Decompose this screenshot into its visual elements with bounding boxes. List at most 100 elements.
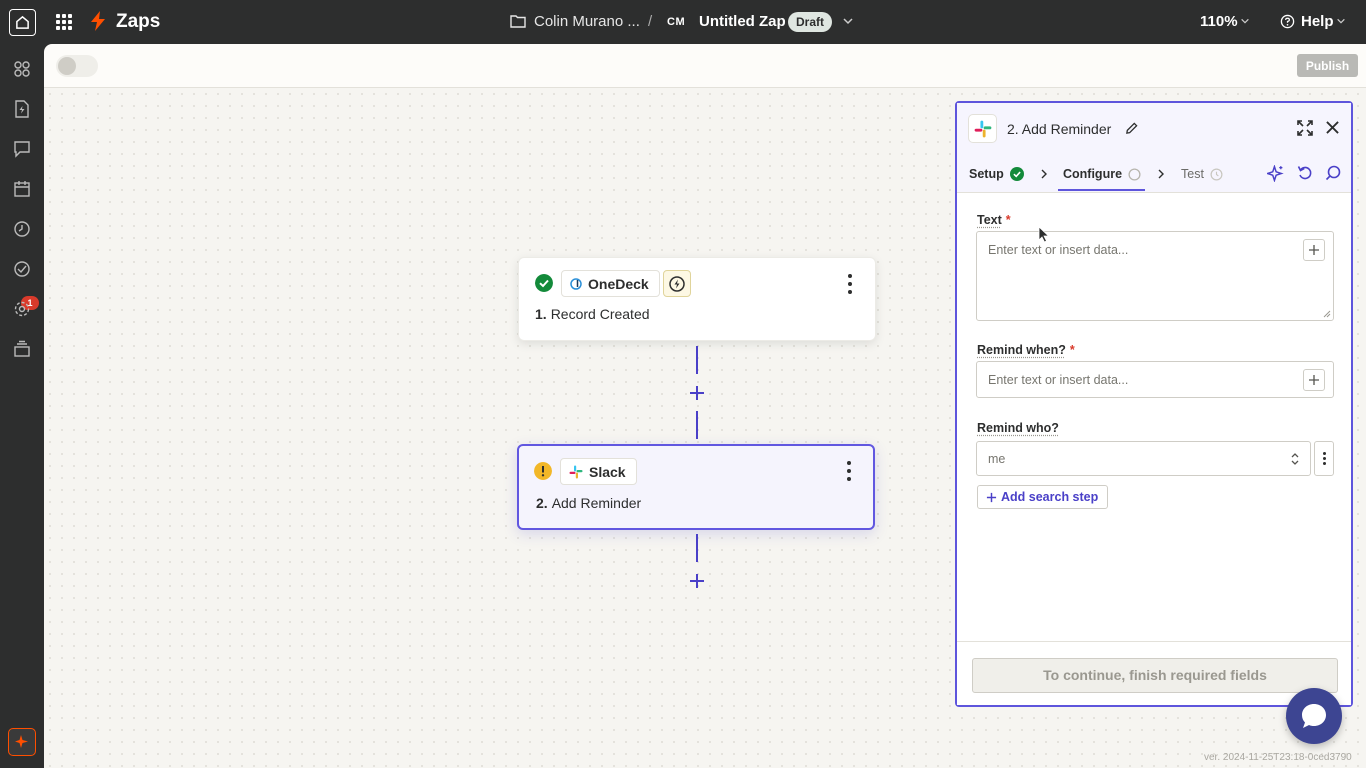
step-name: Add Reminder — [551, 495, 642, 511]
step-name: Record Created — [550, 306, 650, 322]
expand-icon[interactable] — [1297, 120, 1313, 136]
step-card-trigger[interactable]: OneDeck 1. Record Created — [518, 257, 876, 341]
app-title[interactable]: Zaps — [116, 11, 160, 33]
plus-icon — [690, 386, 704, 400]
insert-data-button[interactable] — [1303, 369, 1325, 391]
panel-tabs: Setup Configure Test — [957, 155, 1351, 193]
tab-test[interactable]: Test — [1181, 167, 1223, 181]
zap-title[interactable]: Untitled Zap — [699, 13, 786, 30]
insert-data-button[interactable] — [1303, 239, 1325, 261]
slack-logo-icon — [569, 465, 583, 478]
calendar-icon[interactable] — [13, 180, 31, 198]
home-icon — [16, 15, 29, 29]
version-label: ver. 2024-11-25T23:18-0ced3790 — [1204, 752, 1352, 763]
app-chip-onedeck[interactable]: OneDeck — [561, 270, 660, 297]
field-options-icon[interactable] — [1314, 441, 1334, 476]
remind-when-placeholder: Enter text or insert data... — [988, 373, 1129, 387]
help-menu[interactable]: Help — [1301, 13, 1334, 30]
onedeck-logo-icon — [570, 277, 582, 290]
chevron-down-icon[interactable] — [1336, 16, 1346, 26]
step-number: 2. — [536, 495, 548, 511]
support-chat-button[interactable] — [1286, 688, 1342, 744]
folder-icon — [510, 15, 526, 28]
editor-toolbar: Publish — [44, 44, 1366, 88]
step-number: 1. — [535, 306, 547, 322]
chat-icon[interactable] — [13, 140, 31, 158]
zap-file-icon[interactable] — [13, 100, 31, 118]
pencil-edit-icon[interactable] — [1125, 122, 1138, 135]
chevron-down-icon[interactable] — [842, 15, 854, 27]
close-icon[interactable] — [1326, 121, 1339, 134]
timer-icon — [1210, 168, 1223, 180]
label-text: Remind when? — [977, 343, 1066, 357]
text-input-placeholder: Enter text or insert data... — [988, 243, 1129, 257]
home-button[interactable] — [9, 9, 36, 36]
add-step-button[interactable] — [687, 383, 707, 403]
remind-who-value: me — [988, 452, 1006, 466]
chevron-down-icon[interactable] — [1240, 16, 1250, 26]
connector-line — [696, 411, 698, 439]
app-chip-slack[interactable]: Slack — [560, 458, 637, 485]
breadcrumb-separator: / — [648, 13, 653, 30]
tab-label: Test — [1181, 167, 1204, 181]
remind-when-label: Remind when? * — [977, 343, 1075, 357]
active-tab-indicator — [1058, 189, 1145, 191]
add-search-label: Add search step — [1001, 490, 1099, 504]
label-text: Text — [977, 213, 1002, 227]
tab-setup[interactable]: Setup — [969, 167, 1024, 181]
left-rail: 1 — [0, 44, 44, 768]
text-field-label: Text * — [977, 213, 1011, 227]
add-search-step-button[interactable]: Add search step — [977, 485, 1109, 509]
settings-gear-icon[interactable] — [13, 300, 31, 318]
more-options-icon[interactable] — [840, 461, 858, 481]
ai-sparkle-icon[interactable] — [1267, 165, 1284, 182]
layers-icon[interactable] — [13, 340, 31, 358]
select-arrows-icon — [1291, 453, 1299, 465]
instant-trigger-badge — [663, 270, 691, 297]
mouse-cursor-icon — [1038, 226, 1050, 243]
empty-circle-icon — [1128, 167, 1141, 181]
user-initials: CM — [667, 16, 686, 28]
plus-icon — [986, 492, 997, 502]
lightning-circle-icon — [669, 275, 685, 292]
tab-configure[interactable]: Configure — [1063, 167, 1141, 181]
copilot-button[interactable] — [8, 728, 36, 756]
step-card-action[interactable]: Slack 2. Add Reminder — [517, 444, 875, 530]
top-bar: Zaps Colin Murano ... / CM Untitled Zap … — [0, 0, 1366, 44]
required-mark: * — [1069, 343, 1075, 357]
chevron-right-icon — [1158, 169, 1164, 179]
sparkle-icon — [15, 735, 28, 748]
help-circle-icon[interactable] — [1280, 14, 1295, 29]
zap-bolt-icon — [91, 11, 105, 31]
remind-when-input[interactable]: Enter text or insert data... — [976, 361, 1334, 398]
app-name: OneDeck — [588, 275, 649, 292]
publish-button[interactable]: Publish — [1297, 54, 1358, 77]
history-icon[interactable] — [13, 220, 31, 238]
text-input[interactable]: Enter text or insert data... — [976, 231, 1334, 321]
chevron-right-icon — [1041, 169, 1047, 179]
add-step-button[interactable] — [687, 571, 707, 591]
undo-icon[interactable] — [1297, 165, 1313, 181]
step-title: 1. Record Created — [535, 306, 650, 322]
zap-on-off-toggle[interactable] — [56, 55, 98, 77]
panel-footer: To continue, finish required fields — [957, 641, 1351, 705]
remind-who-label: Remind who? — [977, 421, 1059, 435]
comment-search-icon[interactable] — [1325, 165, 1341, 181]
breadcrumb-folder[interactable]: Colin Murano ... — [534, 13, 640, 30]
continue-button[interactable]: To continue, finish required fields — [972, 658, 1338, 693]
tab-label: Configure — [1063, 167, 1123, 181]
dashboard-icon[interactable] — [13, 60, 31, 78]
zoom-level[interactable]: 110% — [1200, 13, 1238, 30]
check-circle-icon — [535, 274, 553, 292]
activity-icon[interactable] — [13, 260, 31, 278]
connector-line — [696, 346, 698, 374]
plus-icon — [1309, 245, 1319, 255]
remind-who-select[interactable]: me — [976, 441, 1311, 476]
resize-handle-icon[interactable] — [1323, 310, 1331, 318]
apps-grid-icon[interactable] — [56, 14, 72, 30]
more-options-icon[interactable] — [841, 274, 859, 294]
panel-header: 2. Add Reminder — [957, 103, 1351, 155]
slack-logo-icon — [974, 120, 991, 137]
check-circle-icon — [1009, 167, 1024, 181]
tab-label: Setup — [969, 167, 1004, 181]
